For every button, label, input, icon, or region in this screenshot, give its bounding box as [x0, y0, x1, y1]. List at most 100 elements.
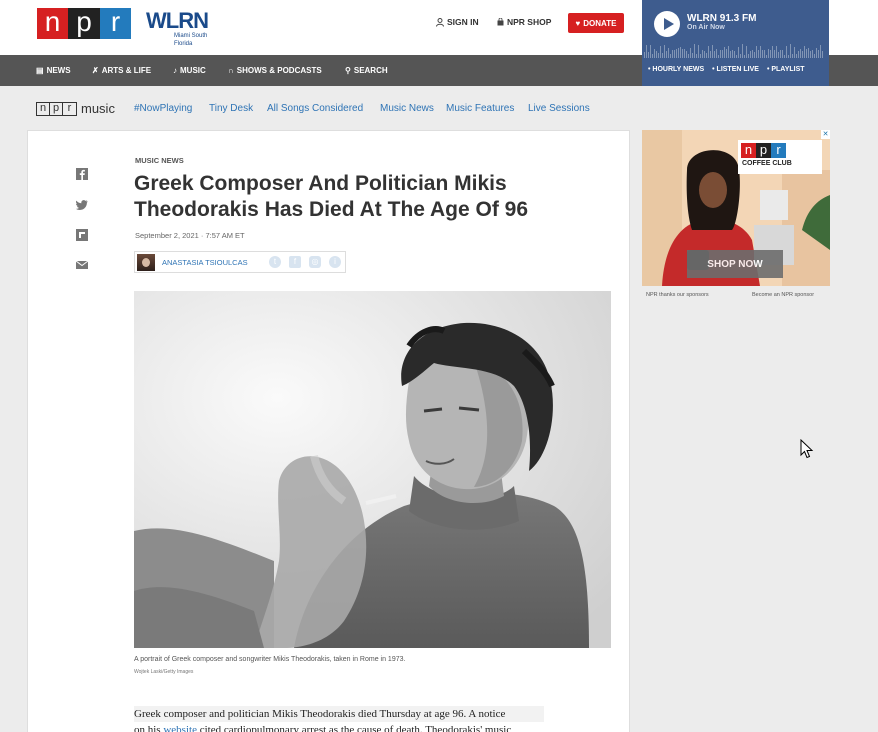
waveform-bar: [796, 54, 797, 58]
sign-in-link[interactable]: SIGN IN: [436, 17, 479, 27]
waveform-bar: [656, 51, 657, 58]
email-icon[interactable]: [76, 259, 88, 271]
station-logo[interactable]: WLRN Miami South Florida: [146, 8, 226, 48]
waveform-bar: [746, 46, 747, 58]
nav-item-shows-podcasts[interactable]: ∩ SHOWS & PODCASTS: [228, 66, 322, 75]
waveform-bar: [792, 53, 793, 58]
waveform-bar: [700, 54, 701, 58]
nav-item-label: ARTS & LIFE: [101, 66, 152, 75]
waveform-bar: [652, 53, 653, 58]
waveform-bar: [692, 52, 693, 58]
subnav-link-music-news[interactable]: Music News: [380, 103, 434, 114]
author-instagram-icon[interactable]: ◎: [309, 256, 321, 268]
logo-letter-n: n: [37, 8, 68, 39]
article-kicker[interactable]: MUSIC NEWS: [135, 156, 184, 165]
nav-item-music[interactable]: ♪ MUSIC: [173, 66, 206, 75]
facebook-icon[interactable]: [76, 168, 88, 180]
player-link-playlist[interactable]: • PLAYLIST: [767, 66, 805, 73]
author-avatar[interactable]: [137, 254, 155, 271]
player-link-label: HOURLY NEWS: [652, 66, 705, 73]
waveform-bar: [720, 49, 721, 58]
waveform-bar: [758, 49, 759, 58]
nav-item-news[interactable]: ▤ NEWS: [36, 66, 71, 75]
nav-item-label: NEWS: [46, 66, 71, 75]
station-logo-word: WLRN: [146, 8, 209, 33]
waveform-bar: [786, 45, 787, 58]
ad-brand-sub: COFFEE CLUB: [742, 160, 792, 167]
waveform-bar: [822, 51, 823, 58]
play-icon[interactable]: [654, 11, 680, 37]
waveform-bar: [688, 54, 689, 58]
page: n p r WLRN Miami South Florida SIGN IN N…: [0, 0, 878, 732]
article-photo[interactable]: [134, 291, 611, 648]
waveform-bar: [814, 53, 815, 58]
ad-close-icon[interactable]: ✕: [821, 130, 830, 139]
sponsor-ad[interactable]: n p r COFFEE CLUB SHOP NOW: [642, 130, 830, 286]
waveform-bar: [766, 54, 767, 58]
author-twitter-icon[interactable]: t: [269, 256, 281, 268]
website-link[interactable]: website: [163, 724, 197, 732]
shopping-bag-icon: [497, 18, 504, 26]
npr-logo[interactable]: n p r: [37, 8, 131, 39]
author-name[interactable]: ANASTASIA TSIOULCAS: [162, 258, 248, 267]
waveform-bar: [662, 52, 663, 58]
nav-item-search[interactable]: ⚲ SEARCH: [345, 66, 388, 75]
article-headline: Greek Composer And Politician Mikis Theo…: [134, 172, 529, 221]
waveform-bar: [714, 50, 715, 58]
donate-label: DONATE: [583, 18, 617, 28]
npr-music-logo[interactable]: n p r music: [36, 101, 115, 116]
article-body: Greek composer and politician Mikis Theo…: [134, 706, 544, 732]
nav-bar-end: [829, 55, 878, 86]
waveform-bar: [820, 45, 821, 58]
nav-item-label: SEARCH: [353, 66, 388, 75]
player-link-listen-live[interactable]: • LISTEN LIVE: [712, 66, 759, 73]
npr-shop-link[interactable]: NPR SHOP: [497, 17, 551, 27]
waveform-bar: [818, 50, 819, 58]
waveform-bar: [740, 53, 741, 58]
waveform-bar: [790, 44, 791, 58]
music-logo-letter: r: [67, 101, 72, 114]
waveform-bar: [728, 45, 729, 58]
subnav-link-all-songs-considered[interactable]: All Songs Considered: [267, 103, 363, 114]
waveform-bar: [762, 50, 763, 58]
waveform-bar: [664, 44, 665, 58]
player-links: • HOURLY NEWS • LISTEN LIVE • PLAYLIST: [648, 66, 805, 73]
twitter-icon[interactable]: [76, 199, 88, 211]
waveform-bar: [670, 53, 671, 58]
shop-now-label: SHOP NOW: [707, 258, 763, 270]
become-sponsor-link[interactable]: Become an NPR sponsor: [752, 292, 814, 298]
subnav-link-tiny-desk[interactable]: Tiny Desk: [209, 103, 253, 114]
waveform-bar: [712, 45, 713, 58]
waveform-bar: [738, 46, 739, 58]
shop-now-button[interactable]: SHOP NOW: [687, 250, 783, 278]
flipboard-icon[interactable]: [76, 229, 88, 241]
author-facebook-icon[interactable]: f: [289, 256, 301, 268]
waveform-bar: [730, 50, 731, 58]
waveform-bar: [760, 46, 761, 58]
waveform-bar: [644, 52, 645, 58]
headphones-icon: ∩: [228, 66, 234, 75]
player-link-hourly-news[interactable]: • HOURLY NEWS: [648, 66, 704, 73]
waveform-bar: [770, 49, 771, 58]
donate-button[interactable]: ♥ DONATE: [568, 13, 624, 33]
waveform-bar: [668, 47, 669, 58]
waveform-bar: [646, 45, 647, 58]
body-paragraph-line: on his website cited cardiopulmonary arr…: [134, 722, 544, 732]
waveform-bar: [744, 54, 745, 58]
waveform-bar: [676, 48, 677, 58]
subnav-link-live-sessions[interactable]: Live Sessions: [528, 103, 590, 114]
body-text-segment: on his: [134, 724, 164, 732]
player-link-label: LISTEN LIVE: [716, 66, 759, 73]
waveform-bar: [678, 47, 679, 58]
npr-music-logo-boxes: n p r: [36, 101, 77, 116]
author-info-icon[interactable]: i: [329, 256, 341, 268]
nav-item-label: MUSIC: [180, 66, 206, 75]
subnav-link-music-features[interactable]: Music Features: [446, 103, 514, 114]
waveform-bar: [732, 49, 733, 58]
nav-item-arts-life[interactable]: ✗ ARTS & LIFE: [92, 66, 151, 75]
waveform-bar: [810, 50, 811, 58]
npr-shop-label: NPR SHOP: [507, 17, 552, 27]
waveform-bar: [686, 50, 687, 58]
subnav-link-nowplaying[interactable]: #NowPlaying: [134, 103, 192, 114]
user-icon: [436, 17, 444, 27]
